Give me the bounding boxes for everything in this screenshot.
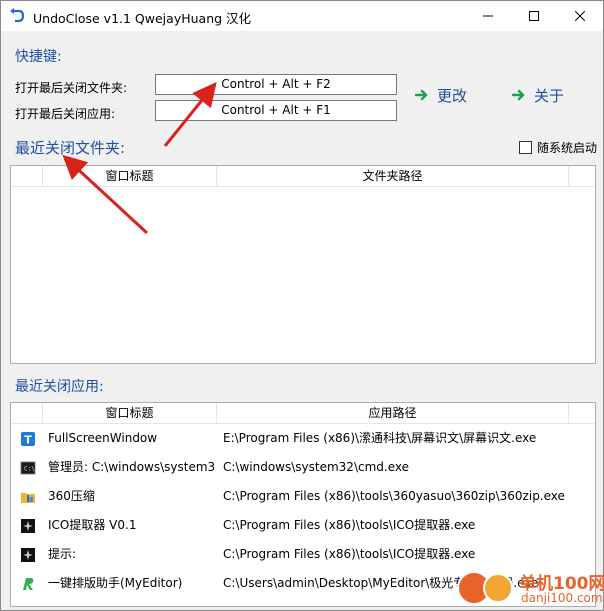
watermark-url: danji100.com bbox=[521, 591, 603, 605]
cmd-icon: C:\ bbox=[20, 461, 36, 475]
ico-extractor-icon bbox=[21, 548, 35, 562]
ico-extractor-icon bbox=[21, 519, 35, 533]
window-title: UndoClose v1.1 QwejayHuang 汉化 bbox=[33, 11, 252, 26]
table-row[interactable]: 360压缩 C:\Program Files (x86)\tools\360ya… bbox=[11, 482, 595, 511]
checkbox-box[interactable] bbox=[519, 141, 532, 154]
arrow-right-icon bbox=[415, 89, 428, 101]
about-button-label: 关于 bbox=[534, 86, 565, 105]
folder-hotkey-field[interactable]: Control + Alt + F2 bbox=[155, 74, 397, 95]
hotkeys-section-title: 快捷键: bbox=[15, 49, 62, 65]
folder-hotkey-label: 打开最后关闭文件夹: bbox=[15, 81, 128, 95]
arrow-right-icon bbox=[512, 89, 525, 101]
row-title: 提示: bbox=[48, 547, 77, 561]
svg-text:T: T bbox=[24, 434, 32, 447]
svg-text:C:\: C:\ bbox=[24, 466, 35, 473]
column-header-path[interactable]: 文件夹路径 bbox=[217, 166, 569, 186]
minimize-icon bbox=[483, 15, 493, 17]
apps-list-header: 窗口标题 应用路径 bbox=[11, 403, 595, 424]
folders-section-title: 最近关闭文件夹: bbox=[15, 139, 126, 157]
close-icon bbox=[575, 11, 585, 21]
maximize-button[interactable] bbox=[511, 1, 557, 31]
table-row[interactable]: C:\ 管理员: C:\windows\system32 C:\windows\… bbox=[11, 453, 595, 482]
row-path: C:\Program Files (x86)\tools\ICO提取器.exe bbox=[223, 547, 476, 561]
table-row[interactable]: ICO提取器 V0.1 C:\Program Files (x86)\tools… bbox=[11, 511, 595, 540]
watermark-logo bbox=[483, 573, 513, 603]
app-window: UndoClose v1.1 QwejayHuang 汉化 快捷键: 打开最后关… bbox=[0, 0, 604, 611]
table-row[interactable]: T FullScreenWindow E:\Program Files (x86… bbox=[11, 424, 595, 453]
column-header-title[interactable]: 窗口标题 bbox=[43, 166, 217, 186]
about-button[interactable]: 关于 bbox=[512, 85, 564, 105]
table-row[interactable]: 提示: C:\Program Files (x86)\tools\ICO提取器.… bbox=[11, 540, 595, 569]
row-title: FullScreenWindow bbox=[48, 431, 158, 445]
site-watermark: 单机100网 danji100.com bbox=[457, 567, 604, 609]
minimize-button[interactable] bbox=[465, 1, 511, 31]
column-header-icon[interactable] bbox=[11, 403, 43, 423]
maximize-icon bbox=[529, 11, 539, 21]
change-button-label: 更改 bbox=[437, 86, 468, 105]
row-path: C:\Program Files (x86)\tools\360yasuo\36… bbox=[223, 489, 565, 503]
row-path: E:\Program Files (x86)\潆通科技\屏幕识文\屏幕识文.ex… bbox=[223, 431, 537, 445]
column-header-icon[interactable] bbox=[11, 166, 43, 186]
app-hotkey-label: 打开最后关闭应用: bbox=[15, 107, 116, 121]
change-button[interactable]: 更改 bbox=[415, 85, 467, 105]
row-title: 360压缩 bbox=[48, 489, 95, 503]
folders-list[interactable]: 窗口标题 文件夹路径 bbox=[10, 165, 596, 364]
row-path: C:\Program Files (x86)\tools\ICO提取器.exe bbox=[223, 518, 476, 532]
autostart-label: 随系统启动 bbox=[537, 141, 598, 155]
row-title: 一键排版助手(MyEditor) bbox=[48, 576, 183, 590]
folders-list-header: 窗口标题 文件夹路径 bbox=[11, 166, 595, 187]
app-hotkey-field[interactable]: Control + Alt + F1 bbox=[155, 100, 397, 121]
title-bar: UndoClose v1.1 QwejayHuang 汉化 bbox=[1, 1, 603, 31]
row-path: C:\windows\system32\cmd.exe bbox=[223, 460, 409, 474]
close-button[interactable] bbox=[557, 1, 603, 31]
row-title: 管理员: C:\windows\system32 bbox=[48, 460, 216, 474]
fullscreen-app-icon: T bbox=[21, 432, 35, 447]
autostart-checkbox[interactable]: 随系统启动 bbox=[519, 139, 597, 156]
folder-zip-icon bbox=[21, 493, 35, 503]
myeditor-icon bbox=[23, 578, 34, 590]
column-header-title[interactable]: 窗口标题 bbox=[43, 403, 217, 423]
apps-section-title: 最近关闭应用: bbox=[15, 379, 104, 395]
undo-icon bbox=[10, 8, 25, 23]
row-title: ICO提取器 V0.1 bbox=[48, 518, 137, 532]
column-header-path[interactable]: 应用路径 bbox=[217, 403, 569, 423]
